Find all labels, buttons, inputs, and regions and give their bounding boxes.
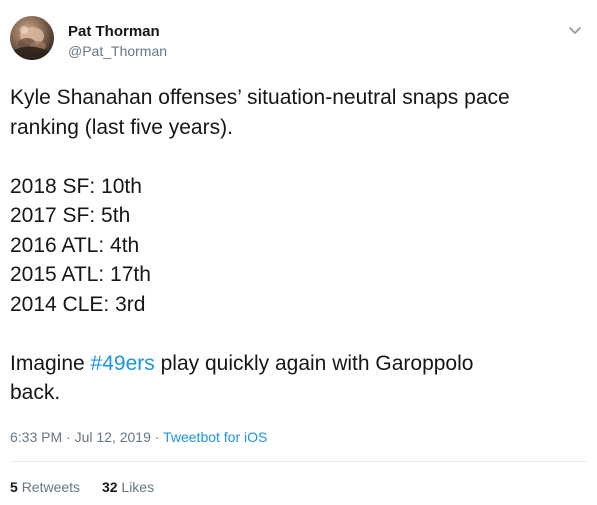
avatar-photo: [14, 26, 50, 60]
meta-separator: ·: [62, 429, 75, 445]
ranking-line: 2016 ATL: 4th: [10, 233, 140, 257]
author-display-name[interactable]: Pat Thorman: [68, 22, 167, 41]
author-block: Pat Thorman @Pat_Thorman: [68, 22, 167, 60]
ranking-line: 2018 SF: 10th: [10, 174, 142, 198]
tweet-meta: 6:33 PM · Jul 12, 2019 · Tweetbot for iO…: [10, 428, 267, 446]
likes-count: 32: [101, 479, 118, 495]
author-handle[interactable]: @Pat_Thorman: [68, 42, 167, 60]
closing-prefix: Imagine: [10, 351, 91, 375]
hashtag-link[interactable]: #49ers: [91, 352, 155, 375]
retweets-label: Retweets: [21, 479, 81, 495]
tweet-time[interactable]: 6:33 PM: [10, 429, 62, 445]
divider: [10, 461, 587, 462]
tweet-stats: 5 Retweets 32 Likes: [10, 478, 172, 496]
tweet-date[interactable]: Jul 12, 2019: [75, 429, 151, 445]
meta-separator: ·: [150, 429, 164, 445]
closing-line: Imagine #49ers play quickly again with G…: [10, 349, 580, 379]
likes-stat[interactable]: 32 Likes: [102, 478, 154, 496]
tweet-source-link[interactable]: Tweetbot for iOS: [163, 429, 267, 445]
tweet-text-line: ranking (last five years).: [10, 115, 233, 139]
retweets-count: 5: [10, 479, 18, 495]
tweet-card: Pat Thorman @Pat_Thorman Kyle Shanahan o…: [0, 0, 597, 505]
tweet-text-line: Kyle Shanahan offenses’ situation-neutra…: [10, 86, 510, 109]
chevron-down-icon[interactable]: [567, 22, 583, 38]
closing-line-2: back.: [10, 381, 61, 404]
avatar[interactable]: [10, 16, 54, 60]
closing-suffix: play quickly again with Garoppolo: [154, 351, 474, 375]
retweets-stat[interactable]: 5 Retweets: [10, 478, 80, 496]
ranking-line: 2017 SF: 5th: [10, 204, 131, 227]
ranking-line: 2015 ATL: 17th: [10, 263, 151, 286]
likes-label: Likes: [121, 479, 155, 495]
tweet-text: Kyle Shanahan offenses’ situation-neutra…: [10, 83, 580, 408]
ranking-line: 2014 CLE: 3rd: [10, 292, 146, 316]
